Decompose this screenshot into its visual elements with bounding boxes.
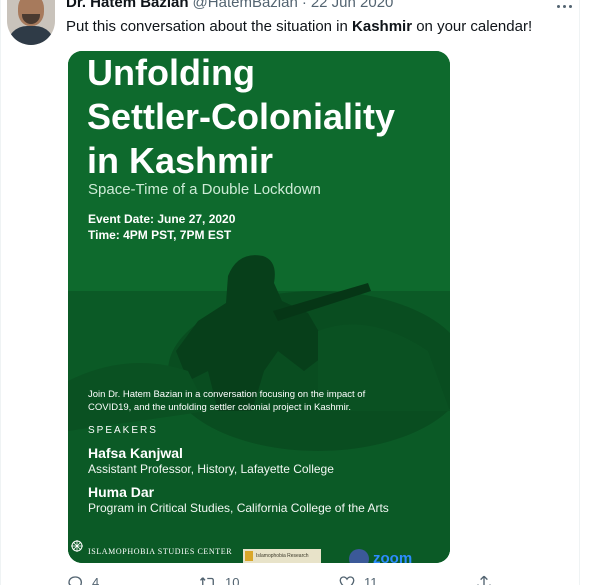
timeline-right-border — [579, 0, 580, 585]
retweet-count: 10 — [225, 575, 240, 585]
reply-button[interactable]: 4 — [66, 572, 99, 585]
poster-sponsor-logos: ISLAMOPHOBIA STUDIES CENTER Islamophobia… — [68, 540, 450, 563]
isc-logo-icon — [71, 540, 83, 552]
timeline-left-border — [0, 0, 1, 585]
poster-title-line-2: Settler-Coloniality — [87, 96, 396, 137]
retweet-button[interactable]: 10 — [199, 572, 239, 585]
like-button[interactable]: 11 — [338, 572, 378, 585]
tweet-text: Put this conversation about the situatio… — [66, 17, 532, 37]
author-handle[interactable]: @HatemBazian — [193, 0, 298, 10]
avatar-shirt — [7, 26, 55, 45]
poster-description-line-1: Join Dr. Hatem Bazian in a conversation … — [88, 389, 366, 400]
reply-icon — [68, 576, 83, 585]
islamophobia-research-logo: Islamophobia Research — [243, 549, 321, 563]
poster-speaker: Hafsa Kanjwal Assistant Professor, Histo… — [88, 445, 334, 477]
poster-event-date: Event Date: June 27, 2020 — [88, 212, 236, 226]
speaker-role: Program in Critical Studies, California … — [88, 501, 389, 515]
poster-speakers-label: SPEAKERS — [88, 425, 158, 436]
facebook-icon — [349, 549, 369, 563]
tweet-header: Dr. Hatem Bazian @HatemBazian · 22 Jun 2… — [66, 0, 393, 14]
ir-logo-icon — [245, 551, 253, 561]
poster-event-time: Time: 4PM PST, 7PM EST — [88, 228, 232, 242]
tweet-actions: 4 10 11 — [66, 572, 506, 585]
tweet-media-poster[interactable]: Unfolding Settler-Coloniality in Kashmir… — [68, 51, 450, 563]
retweet-icon — [199, 577, 214, 585]
share-button[interactable] — [475, 572, 493, 585]
share-icon — [477, 575, 491, 585]
isc-logo-text: ISLAMOPHOBIA STUDIES CENTER — [88, 547, 233, 556]
ir-logo-text: Islamophobia Research — [256, 553, 309, 559]
reply-count: 4 — [92, 575, 100, 585]
tweet-date[interactable]: 22 Jun 2020 — [311, 0, 394, 10]
speaker-name: Hafsa Kanjwal — [88, 445, 183, 461]
heart-icon — [339, 576, 355, 585]
speaker-name: Huma Dar — [88, 484, 155, 500]
poster-subtitle: Space-Time of a Double Lockdown — [88, 181, 321, 198]
speaker-role: Assistant Professor, History, Lafayette … — [88, 462, 334, 476]
header-separator: · — [301, 0, 307, 11]
poster-event-info: Event Date: June 27, 2020 Time: 4PM PST,… — [88, 211, 235, 243]
zoom-logo: zoom — [373, 550, 413, 563]
poster-speaker: Huma Dar Program in Critical Studies, Ca… — [88, 484, 389, 516]
tweet-text-bold[interactable]: Kashmir — [352, 18, 412, 35]
author-name[interactable]: Dr. Hatem Bazian — [66, 0, 189, 10]
like-count: 11 — [364, 575, 378, 585]
more-icon[interactable] — [552, 0, 576, 14]
poster-description: Join Dr. Hatem Bazian in a conversation … — [88, 388, 365, 414]
poster-title-line-3: in Kashmir — [87, 140, 274, 181]
tweet-text-before: Put this conversation about the situatio… — [66, 18, 353, 35]
poster-title-line-1: Unfolding — [87, 52, 255, 93]
avatar[interactable] — [7, 0, 55, 45]
poster-title: Unfolding Settler-Coloniality in Kashmir — [87, 51, 447, 183]
tweet-text-after: on your calendar! — [412, 18, 533, 35]
poster-description-line-2: COVID19, and the unfolding settler colon… — [88, 402, 351, 413]
